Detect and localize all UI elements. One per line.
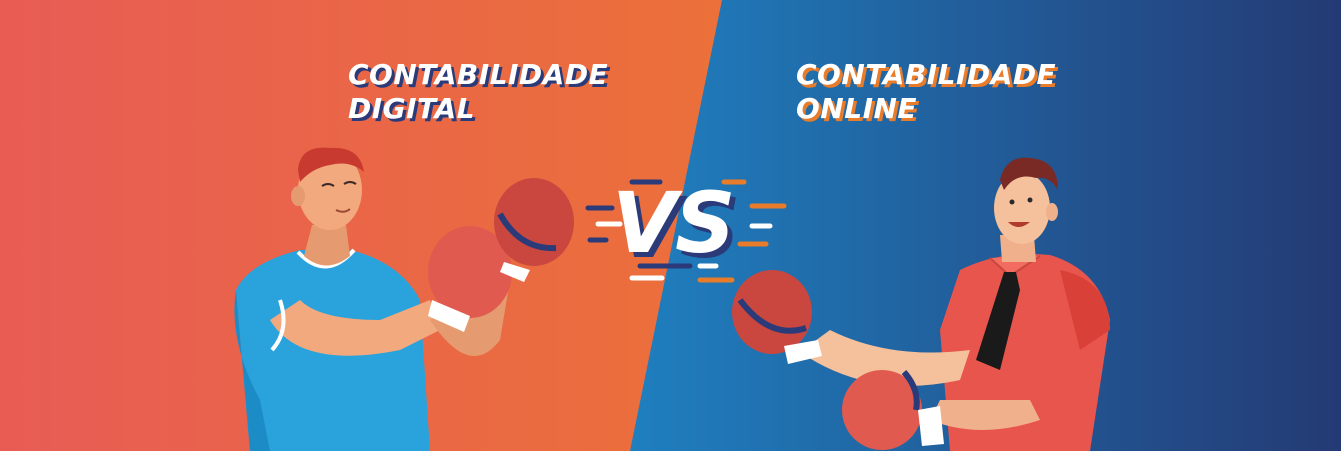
left-title-line2: DIGITAL: [348, 92, 475, 125]
right-title: CONTABILIDADE ONLINE: [796, 58, 1056, 126]
right-title-line2: ONLINE: [796, 92, 918, 125]
versus-label: VS: [612, 174, 736, 272]
left-title-line1: CONTABILIDADE: [348, 58, 609, 91]
comparison-banner: CONTABILIDADE DIGITAL CONTABILIDADE ONLI…: [0, 0, 1341, 451]
left-title: CONTABILIDADE DIGITAL: [348, 58, 608, 126]
right-title-line1: CONTABILIDADE: [796, 58, 1057, 91]
